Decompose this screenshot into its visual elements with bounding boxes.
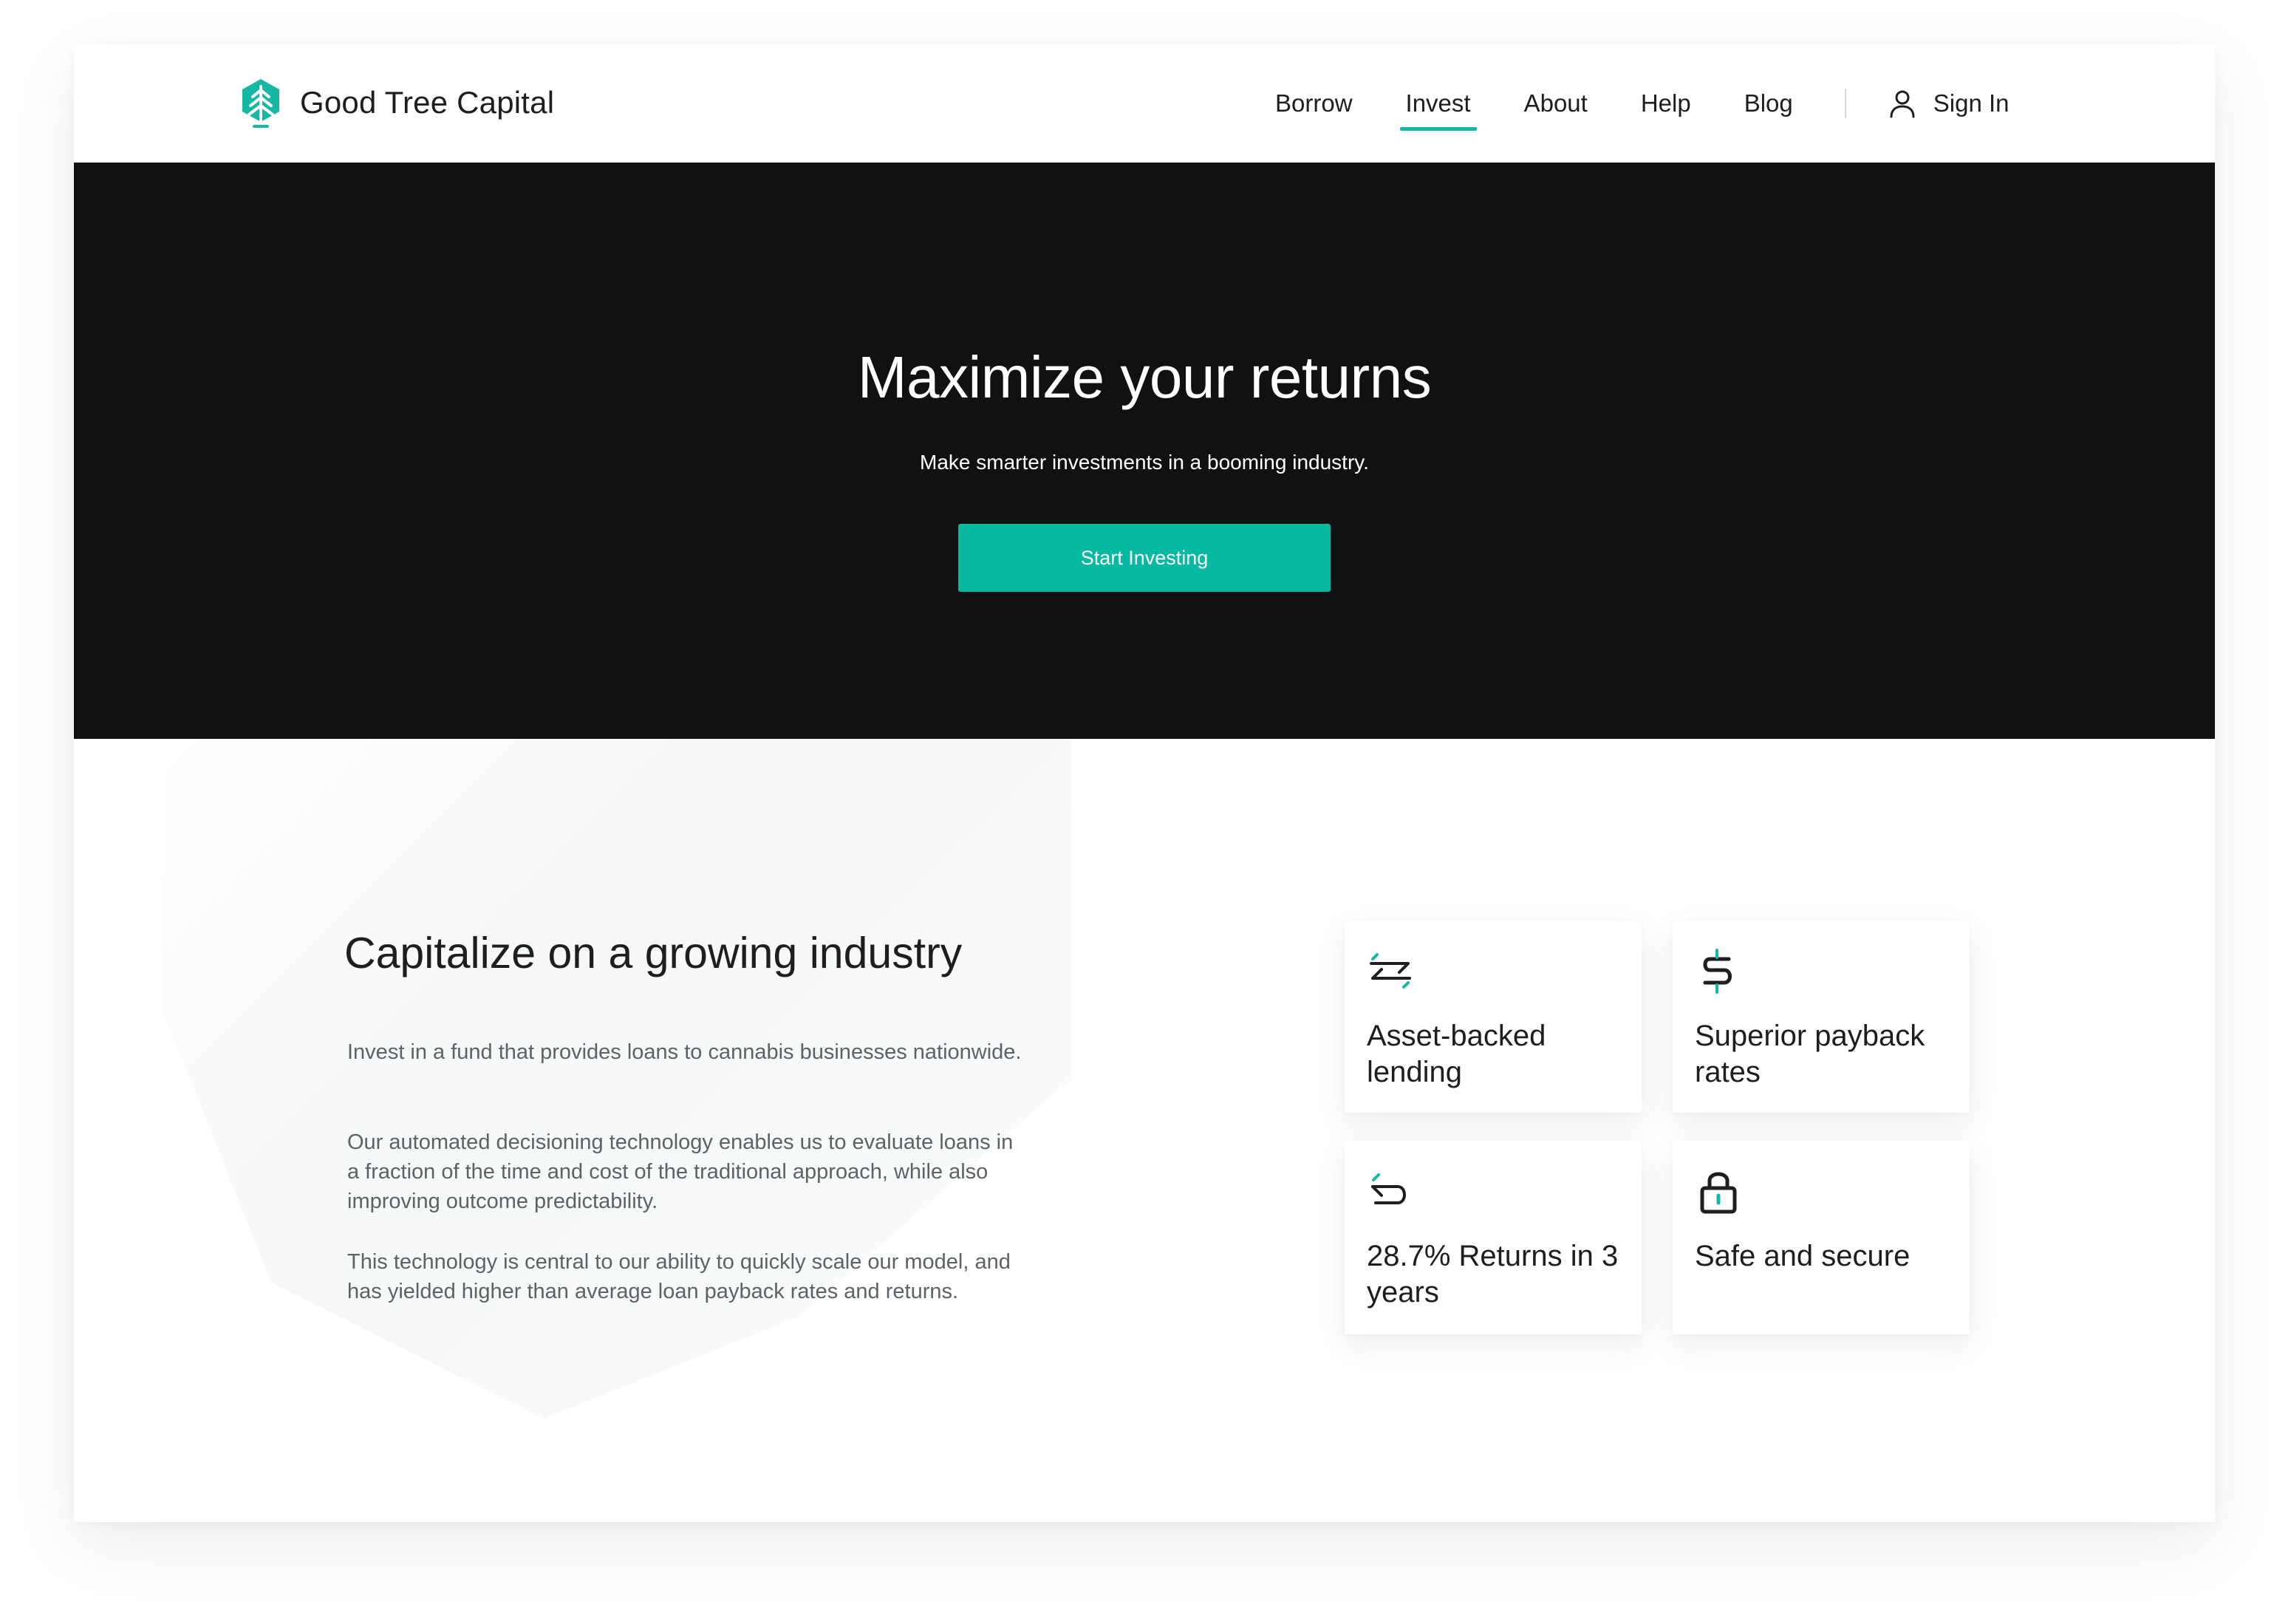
feature-card-payback-rates[interactable]: Superior payback rates (1673, 921, 1970, 1113)
dollar-icon (1703, 949, 1732, 994)
start-investing-button[interactable]: Start Investing (958, 524, 1331, 592)
brand-logo[interactable]: Good Tree Capital (241, 78, 554, 128)
feature-card-asset-backed[interactable]: Asset-backed lending (1345, 921, 1642, 1113)
top-navigation: Good Tree Capital Borrow Invest About He… (74, 44, 2215, 163)
feature-card-safe-secure[interactable]: Safe and secure (1673, 1141, 1970, 1334)
exchange-arrows-icon (1370, 953, 1411, 989)
feature-label: Superior payback rates (1695, 1020, 1925, 1088)
nav-link-borrow[interactable]: Borrow (1269, 82, 1359, 125)
tree-logo-icon (242, 79, 279, 128)
lock-icon (1700, 1172, 1737, 1214)
feature-label: Asset-backed lending (1367, 1020, 1546, 1088)
hero-title: Maximize your returns (857, 344, 1432, 410)
decorative-background-shape (163, 739, 1071, 1419)
nav-divider (1844, 89, 1846, 118)
nav-link-help[interactable]: Help (1635, 82, 1697, 125)
sign-in-label: Sign In (1933, 89, 2010, 117)
section-title: Capitalize on a growing industry (344, 929, 963, 978)
return-arrow-icon (1371, 1173, 1406, 1204)
section-paragraph: This technology is central to our abilit… (347, 1250, 1011, 1303)
nav-link-about[interactable]: About (1518, 82, 1594, 125)
section-paragraph: Our automated decisioning technology ena… (347, 1130, 1014, 1213)
feature-label: 28.7% Returns in 3 years (1367, 1240, 1619, 1309)
brand-name: Good Tree Capital (300, 85, 555, 120)
nav-link-blog[interactable]: Blog (1738, 82, 1799, 125)
nav-link-invest[interactable]: Invest (1399, 82, 1477, 131)
user-icon (1890, 90, 1915, 118)
nav-links: Borrow Invest About Help Blog Sign In (1269, 82, 2010, 131)
features-section: Capitalize on a growing industry Invest … (74, 739, 2215, 1522)
feature-card-returns[interactable]: 28.7% Returns in 3 years (1345, 1141, 1642, 1334)
hero-subtitle: Make smarter investments in a booming in… (920, 451, 1369, 474)
page-frame: Good Tree Capital Borrow Invest About He… (74, 44, 2215, 1522)
section-paragraph: Invest in a fund that provides loans to … (347, 1040, 1022, 1064)
feature-label: Safe and secure (1695, 1240, 1911, 1272)
sign-in-link[interactable]: Sign In (1889, 89, 2010, 118)
hero-banner: Maximize your returns Make smarter inves… (74, 163, 2215, 739)
